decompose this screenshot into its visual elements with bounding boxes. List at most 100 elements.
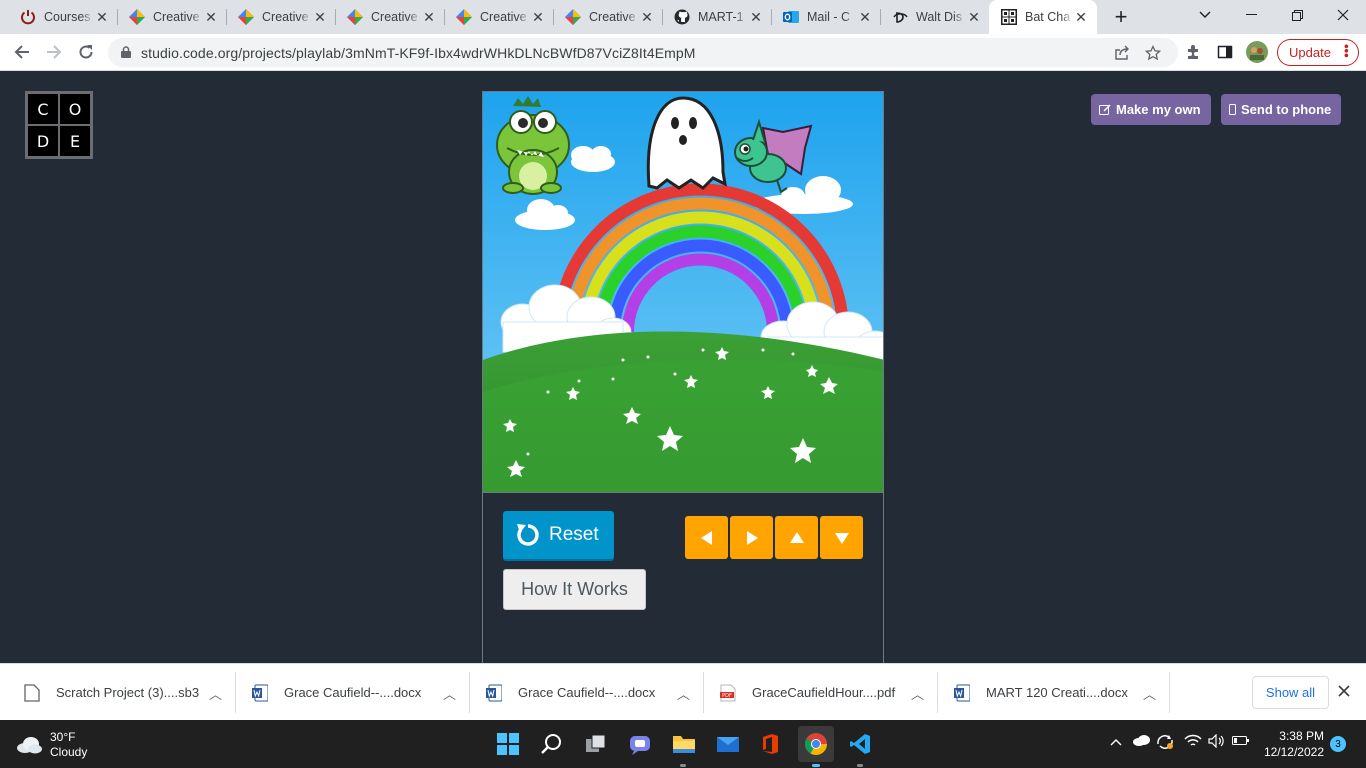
send-to-phone-button[interactable]: Send to phone	[1221, 94, 1341, 125]
download-bar: Scratch Project (3)....sb3 ︿ Grace Caufi…	[0, 663, 1366, 720]
make-my-own-button[interactable]: Make my own	[1091, 94, 1211, 125]
tab-title: MART-1	[698, 10, 744, 24]
code-org-logo[interactable]: C O D E	[25, 91, 93, 159]
right-arrow-button[interactable]	[730, 516, 773, 559]
file-explorer-icon[interactable]	[666, 726, 702, 762]
down-arrow-button[interactable]	[820, 516, 863, 559]
browser-tab[interactable]: Creative ✕	[335, 0, 445, 34]
close-tab-icon[interactable]: ✕	[748, 9, 764, 26]
system-clock[interactable]: 3:38 PM 12/12/2022	[1258, 728, 1324, 760]
new-tab-button[interactable]: +	[1098, 2, 1144, 32]
close-tab-icon[interactable]: ✕	[94, 9, 110, 26]
tab-title: Creative	[371, 10, 418, 24]
chevron-up-icon[interactable]	[1110, 734, 1122, 749]
logo-letter: E	[60, 126, 90, 156]
close-tab-icon[interactable]: ✕	[530, 9, 546, 26]
close-tab-icon[interactable]: ✕	[421, 9, 437, 26]
restore-icon[interactable]	[1274, 0, 1320, 30]
browser-tab-active[interactable]: Bat Cha ✕	[989, 0, 1097, 34]
close-window-icon[interactable]	[1320, 0, 1366, 30]
tab-title: Courses	[44, 10, 91, 24]
chevron-up-icon[interactable]: ︿	[1143, 684, 1156, 703]
download-item[interactable]: Grace Caufield--....docx ︿	[236, 664, 470, 721]
wifi-icon[interactable]	[1184, 734, 1202, 751]
onedrive-icon[interactable]	[1132, 734, 1150, 749]
browser-toolbar: studio.code.org/projects/playlab/3mNmT-K…	[0, 34, 1366, 71]
update-button[interactable]: Update •••	[1277, 39, 1359, 66]
how-it-works-button[interactable]: How It Works	[503, 569, 646, 610]
weather-widget[interactable]: 30°F Cloudy	[16, 730, 87, 760]
minimize-icon[interactable]	[1228, 0, 1274, 30]
download-item[interactable]: PDF GraceCaufieldHour....pdf ︿	[704, 664, 938, 721]
browser-tab[interactable]: MART-1 ✕	[662, 0, 772, 34]
vscode-icon[interactable]	[842, 726, 878, 762]
download-filename: GraceCaufieldHour....pdf	[752, 685, 896, 700]
windows-start-icon[interactable]	[490, 726, 526, 762]
browser-tab[interactable]: Creative ✕	[553, 0, 663, 34]
chevron-up-icon[interactable]: ︿	[443, 684, 456, 703]
download-item[interactable]: MART 120 Creati....docx ︿	[938, 664, 1170, 721]
side-panel-icon[interactable]	[1214, 41, 1236, 63]
clock-time: 3:38 PM	[1279, 729, 1324, 743]
game-stage[interactable]	[482, 91, 884, 493]
send-to-phone-label: Send to phone	[1241, 102, 1332, 117]
pdf-icon: PDF	[720, 684, 736, 701]
lock-icon	[121, 46, 131, 58]
colorful-diamond-icon	[129, 9, 145, 25]
tab-title: Creative	[153, 10, 200, 24]
task-view-icon[interactable]	[578, 726, 614, 762]
notification-badge[interactable]: 3	[1330, 736, 1346, 752]
url-text: studio.code.org/projects/playlab/3mNmT-K…	[141, 45, 696, 61]
back-icon[interactable]	[8, 38, 36, 66]
search-icon[interactable]	[534, 726, 570, 762]
tab-search-icon[interactable]	[1182, 0, 1228, 30]
tab-title: Creative	[480, 10, 527, 24]
reload-icon[interactable]	[72, 38, 100, 66]
reset-button[interactable]: Reset	[503, 511, 614, 559]
forward-icon[interactable]	[40, 38, 68, 66]
browser-tab[interactable]: Creative ✕	[226, 0, 336, 34]
outlook-icon	[783, 11, 799, 23]
browser-tab[interactable]: Courses ✕	[8, 0, 118, 34]
edit-icon	[1099, 103, 1111, 115]
share-icon[interactable]	[1111, 42, 1133, 64]
browser-tab[interactable]: Mail - C ✕	[771, 0, 881, 34]
weather-condition: Cloudy	[50, 745, 88, 759]
office-icon[interactable]	[752, 726, 788, 762]
download-filename: MART 120 Creati....docx	[986, 685, 1128, 700]
show-all-button[interactable]: Show all	[1252, 676, 1329, 709]
up-arrow-button[interactable]	[775, 516, 818, 559]
mail-icon[interactable]	[710, 726, 746, 762]
sync-icon[interactable]	[1156, 734, 1174, 753]
download-item[interactable]: Grace Caufield--....docx ︿	[470, 664, 704, 721]
battery-icon[interactable]	[1232, 734, 1250, 749]
chrome-icon[interactable]	[798, 726, 834, 762]
close-tab-icon[interactable]: ✕	[312, 9, 328, 26]
browser-tab[interactable]: Creative ✕	[117, 0, 227, 34]
teams-chat-icon[interactable]	[622, 726, 658, 762]
power-icon	[21, 10, 35, 25]
download-item[interactable]: Scratch Project (3)....sb3 ︿	[0, 664, 236, 721]
browser-tab[interactable]: Walt Dis ✕	[880, 0, 990, 34]
volume-icon[interactable]	[1208, 733, 1224, 751]
clock-date: 12/12/2022	[1263, 745, 1324, 759]
chevron-up-icon[interactable]: ︿	[677, 684, 690, 703]
close-tab-icon[interactable]: ✕	[639, 9, 655, 26]
close-tab-icon[interactable]: ✕	[203, 9, 219, 26]
chevron-up-icon[interactable]: ︿	[911, 684, 924, 703]
extensions-icon[interactable]	[1182, 41, 1204, 63]
browser-tab[interactable]: Creative ✕	[444, 0, 554, 34]
left-arrow-button[interactable]	[685, 516, 728, 559]
chevron-up-icon[interactable]: ︿	[209, 684, 222, 703]
profile-avatar[interactable]	[1246, 41, 1268, 63]
close-tab-icon[interactable]: ✕	[1073, 9, 1089, 26]
tab-title: Creative	[262, 10, 309, 24]
colorful-diamond-icon	[347, 9, 363, 25]
close-tab-icon[interactable]: ✕	[966, 9, 982, 26]
tab-title: Mail - C	[807, 10, 851, 24]
svg-text:PDF: PDF	[722, 693, 732, 699]
address-bar[interactable]: studio.code.org/projects/playlab/3mNmT-K…	[108, 38, 1178, 67]
bookmark-star-icon[interactable]	[1142, 42, 1164, 64]
close-download-bar-icon[interactable]	[1338, 684, 1350, 702]
close-tab-icon[interactable]: ✕	[857, 9, 873, 26]
